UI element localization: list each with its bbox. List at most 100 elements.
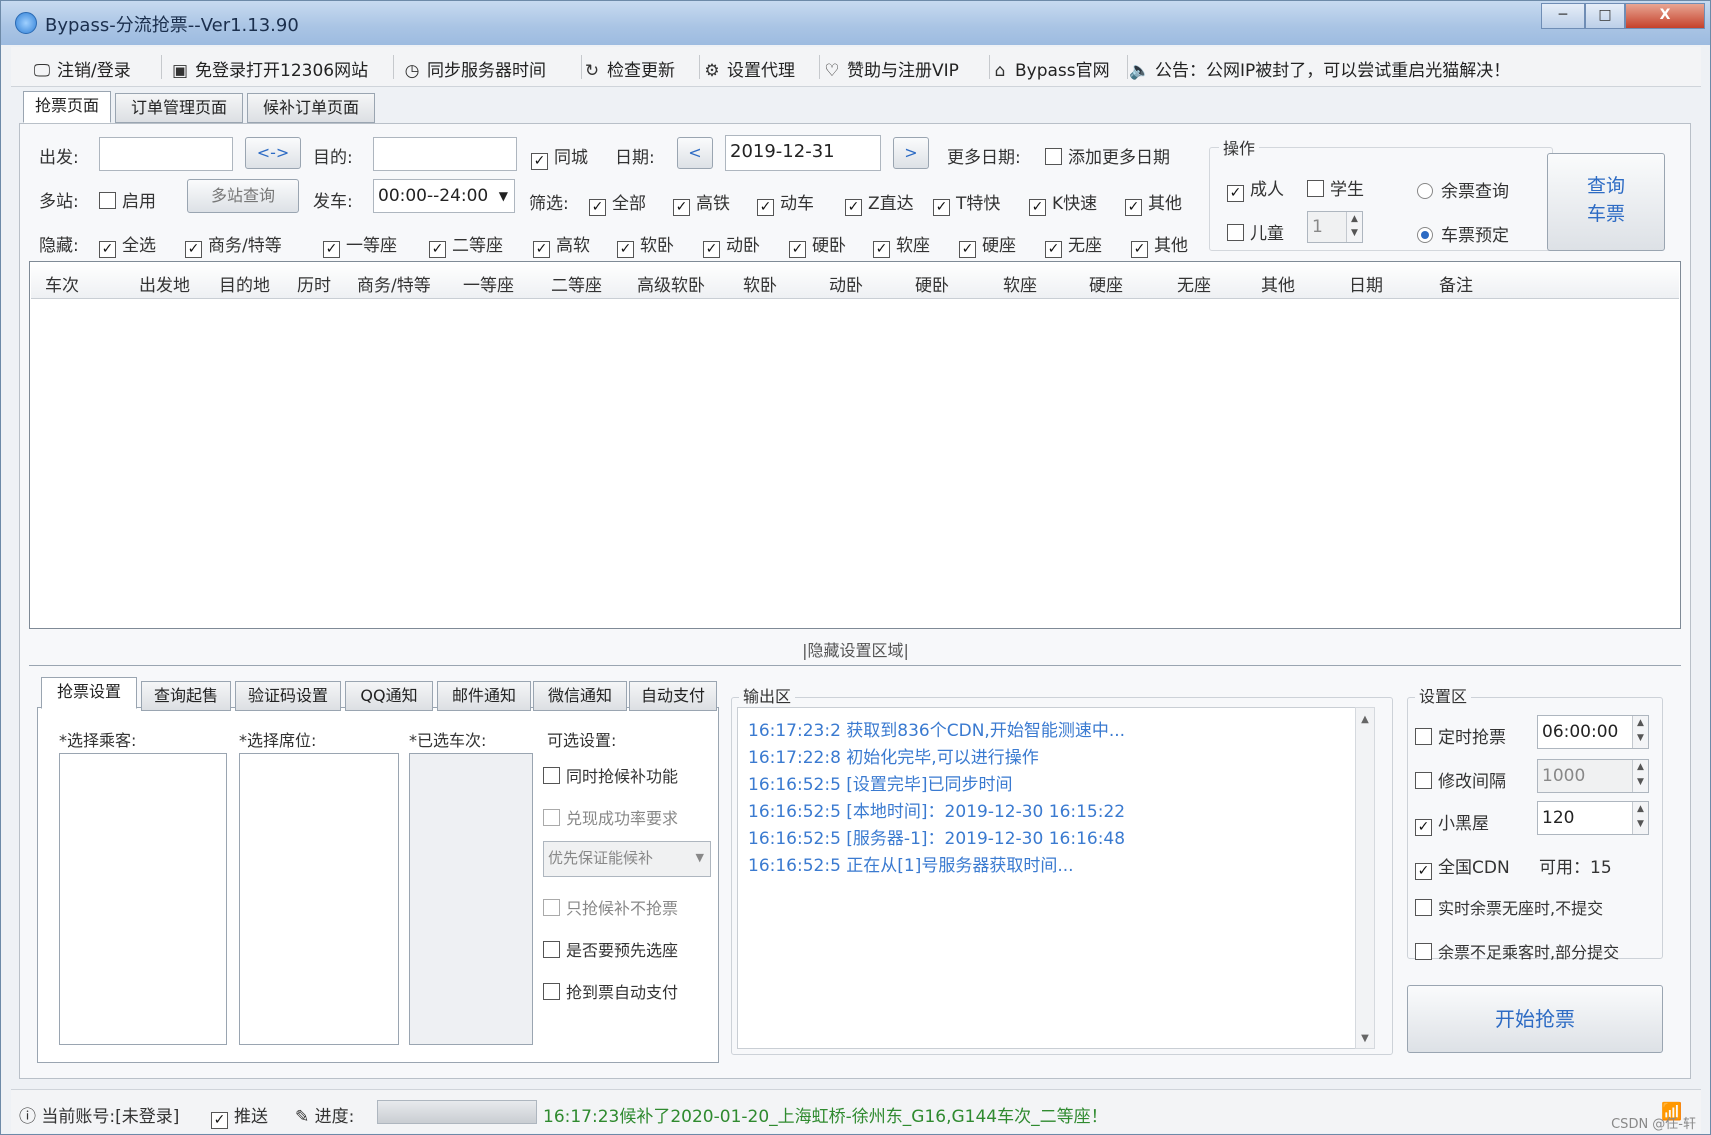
opt-auto-pay-checkbox[interactable]: 抢到票自动支付 <box>543 979 678 1003</box>
filter-checkbox-0[interactable]: ✓ 全部 <box>589 189 646 216</box>
column-header-14[interactable]: 其他 <box>1261 271 1295 296</box>
add-more-dates-checkbox[interactable]: 添加更多日期 <box>1045 143 1170 168</box>
opt-preselect-seat-checkbox[interactable]: 是否要预先选座 <box>543 937 678 961</box>
date-prev-button[interactable]: < <box>677 137 713 169</box>
filter-checkbox-5[interactable]: ✓ K快速 <box>1029 189 1097 216</box>
column-header-16[interactable]: 备注 <box>1439 271 1473 296</box>
column-header-11[interactable]: 软座 <box>1003 271 1037 296</box>
scroll-up-icon[interactable]: ▲ <box>1356 714 1374 725</box>
modify-interval-checkbox[interactable]: 修改间隔 <box>1415 767 1506 792</box>
hide-checkbox-8[interactable]: ✓ 软座 <box>873 231 930 258</box>
hide-checkbox-3[interactable]: ✓ 二等座 <box>429 231 503 258</box>
seat-list[interactable] <box>239 753 399 1045</box>
column-header-15[interactable]: 日期 <box>1349 271 1383 296</box>
column-header-8[interactable]: 软卧 <box>743 271 777 296</box>
date-next-button[interactable]: > <box>893 137 929 169</box>
adult-checkbox[interactable]: ✓ 成人 <box>1227 175 1284 202</box>
column-header-10[interactable]: 硬卧 <box>915 271 949 296</box>
filter-checkbox-1[interactable]: ✓ 高铁 <box>673 189 730 216</box>
radio-remaining-query[interactable]: 余票查询 <box>1417 177 1509 202</box>
student-checkbox[interactable]: 学生 <box>1307 175 1364 200</box>
filter-checkbox-6[interactable]: ✓ 其他 <box>1125 189 1182 216</box>
timed-booking-checkbox[interactable]: 定时抢票 <box>1415 723 1506 748</box>
child-checkbox[interactable]: 儿童 <box>1227 219 1284 244</box>
national-cdn-checkbox[interactable]: ✓ 全国CDN <box>1415 853 1510 880</box>
partial-submit-checkbox[interactable]: 余票不足乘客时,部分提交 <box>1415 939 1619 963</box>
child-count-stepper[interactable]: 1 ▲ ▼ <box>1307 211 1363 243</box>
to-input[interactable] <box>373 137 517 171</box>
settings-tab-5[interactable]: 微信通知 <box>533 681 627 711</box>
hide-settings-toggle[interactable]: |隐藏设置区域| <box>1 637 1710 661</box>
filter-checkbox-3[interactable]: ✓ Z直达 <box>845 189 914 216</box>
toolbar-announcement[interactable]: 🔈 公告：公网IP被封了，可以尝试重启光猫解决！ <box>1129 56 1510 81</box>
start-booking-button[interactable]: 开始抢票 <box>1407 985 1663 1053</box>
minimize-button[interactable]: ─ <box>1541 3 1585 29</box>
column-header-5[interactable]: 一等座 <box>463 271 514 296</box>
date-input[interactable]: 2019-12-31 <box>725 135 881 171</box>
same-city-checkbox[interactable]: ✓ 同城 <box>531 143 588 170</box>
toolbar-proxy-button[interactable]: ⚙ 设置代理 <box>701 56 795 81</box>
filter-checkbox-4[interactable]: ✓ T特快 <box>933 189 1000 216</box>
hide-checkbox-6[interactable]: ✓ 动卧 <box>703 231 760 258</box>
hide-checkbox-11[interactable]: ✓ 其他 <box>1131 231 1188 258</box>
hide-checkbox-10[interactable]: ✓ 无座 <box>1045 231 1102 258</box>
depart-time-select[interactable]: 00:00--24:00 ▼ <box>373 179 515 213</box>
toolbar-website-button[interactable]: ⌂ Bypass官网 <box>989 56 1110 81</box>
maximize-button[interactable]: □ <box>1585 3 1625 29</box>
hide-checkbox-7[interactable]: ✓ 硬卧 <box>789 231 846 258</box>
column-header-9[interactable]: 动卧 <box>829 271 863 296</box>
hide-checkbox-9[interactable]: ✓ 硬座 <box>959 231 1016 258</box>
column-header-12[interactable]: 硬座 <box>1089 271 1123 296</box>
opt-waitlist-only-checkbox[interactable]: 只抢候补不抢票 <box>543 895 678 919</box>
opt-waitlist-checkbox[interactable]: 同时抢候补功能 <box>543 763 678 787</box>
blackroom-stepper[interactable]: 120 ▲ ▼ <box>1537 801 1649 835</box>
enable-multi-station-checkbox[interactable]: 启用 <box>99 187 156 212</box>
toolbar-sync-time-button[interactable]: ◷ 同步服务器时间 <box>401 56 546 81</box>
column-header-0[interactable]: 车次 <box>45 271 79 296</box>
blackroom-checkbox[interactable]: ✓ 小黑屋 <box>1415 809 1489 836</box>
toolbar-login-button[interactable]: 🖵 注销/登录 <box>31 56 131 81</box>
output-scrollbar[interactable]: ▲ ▼ <box>1355 707 1375 1049</box>
swap-stations-button[interactable]: <-> <box>245 137 301 169</box>
hide-checkbox-5[interactable]: ✓ 软卧 <box>617 231 674 258</box>
tab-waitlist-orders[interactable]: 候补订单页面 <box>247 93 375 123</box>
settings-tab-6[interactable]: 自动支付 <box>629 681 717 711</box>
settings-tab-1[interactable]: 查询起售 <box>141 681 231 711</box>
settings-tab-0[interactable]: 抢票设置 <box>41 677 137 709</box>
hide-checkbox-2[interactable]: ✓ 一等座 <box>323 231 397 258</box>
tab-booking[interactable]: 抢票页面 <box>23 91 111 123</box>
column-header-1[interactable]: 出发地 <box>139 271 190 296</box>
hide-checkbox-4[interactable]: ✓ 高软 <box>533 231 590 258</box>
hide-checkbox-1[interactable]: ✓ 商务/特等 <box>185 231 282 258</box>
selected-trains-list[interactable] <box>409 753 533 1045</box>
query-tickets-button[interactable]: 查询 车票 <box>1547 153 1665 251</box>
toolbar-vip-button[interactable]: ♡ 赞助与注册VIP <box>821 56 959 81</box>
push-checkbox[interactable]: ✓ 推送 <box>211 1102 268 1129</box>
column-header-13[interactable]: 无座 <box>1177 271 1211 296</box>
filter-checkbox-2[interactable]: ✓ 动车 <box>757 189 814 216</box>
from-input[interactable] <box>99 137 233 171</box>
column-header-3[interactable]: 历时 <box>297 271 331 296</box>
timed-booking-time-input[interactable]: 06:00:00 ▲ ▼ <box>1537 715 1649 749</box>
passenger-list[interactable] <box>59 753 227 1045</box>
train-results-grid[interactable] <box>29 261 1681 629</box>
opt-success-rate-checkbox[interactable]: 兑现成功率要求 <box>543 805 678 829</box>
toolbar-check-update-button[interactable]: ↻ 检查更新 <box>581 56 675 81</box>
settings-tab-2[interactable]: 验证码设置 <box>235 681 341 711</box>
interval-stepper[interactable]: 1000 ▲ ▼ <box>1537 759 1649 793</box>
column-header-4[interactable]: 商务/特等 <box>357 271 431 296</box>
settings-tab-4[interactable]: 邮件通知 <box>437 681 531 711</box>
column-header-7[interactable]: 高级软卧 <box>637 271 705 296</box>
toolbar-open-12306-button[interactable]: ▣ 免登录打开12306网站 <box>169 56 368 81</box>
close-button[interactable]: X <box>1625 3 1705 29</box>
scroll-down-icon[interactable]: ▼ <box>1356 1033 1374 1044</box>
realtime-no-seat-checkbox[interactable]: 实时余票无座时,不提交 <box>1415 895 1603 919</box>
settings-tab-3[interactable]: QQ通知 <box>345 681 433 711</box>
title-bar[interactable]: Bypass-分流抢票--Ver1.13.90 ─ □ X <box>1 1 1710 45</box>
waitlist-priority-select[interactable]: 优先保证能候补 ▼ <box>543 841 711 877</box>
column-header-2[interactable]: 目的地 <box>219 271 270 296</box>
hide-checkbox-0[interactable]: ✓ 全选 <box>99 231 156 258</box>
multi-station-query-button[interactable]: 多站查询 <box>187 179 299 213</box>
output-log[interactable]: 16:17:23:2 获取到836个CDN,开始智能测速中... 16:17:22… <box>737 707 1361 1049</box>
column-header-6[interactable]: 二等座 <box>551 271 602 296</box>
